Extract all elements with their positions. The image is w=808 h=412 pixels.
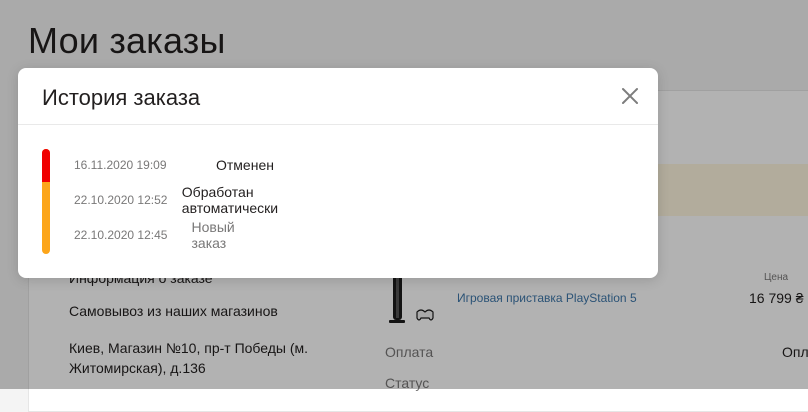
history-item: 16.11.2020 19:09 Отменен — [74, 155, 274, 175]
history-status: Обработан автоматически — [181, 184, 279, 216]
history-item: 22.10.2020 12:52 Обработан автоматически — [74, 184, 312, 216]
close-icon — [622, 88, 638, 104]
history-date: 22.10.2020 12:52 — [74, 193, 168, 207]
close-button[interactable] — [618, 84, 642, 108]
history-status: Новый заказ — [191, 219, 235, 251]
modal-title: История заказа — [42, 85, 201, 110]
status-timeline-bar — [42, 149, 50, 254]
history-date: 16.11.2020 19:09 — [74, 158, 167, 172]
history-status: Отменен — [216, 157, 274, 173]
modal-header: История заказа — [18, 68, 658, 125]
order-history-modal: История заказа 16.11.2020 19:09 Отменен … — [18, 68, 658, 278]
history-date: 22.10.2020 12:45 — [74, 228, 168, 242]
canceled-segment — [42, 149, 50, 182]
history-item: 22.10.2020 12:45 Новый заказ — [74, 219, 259, 251]
